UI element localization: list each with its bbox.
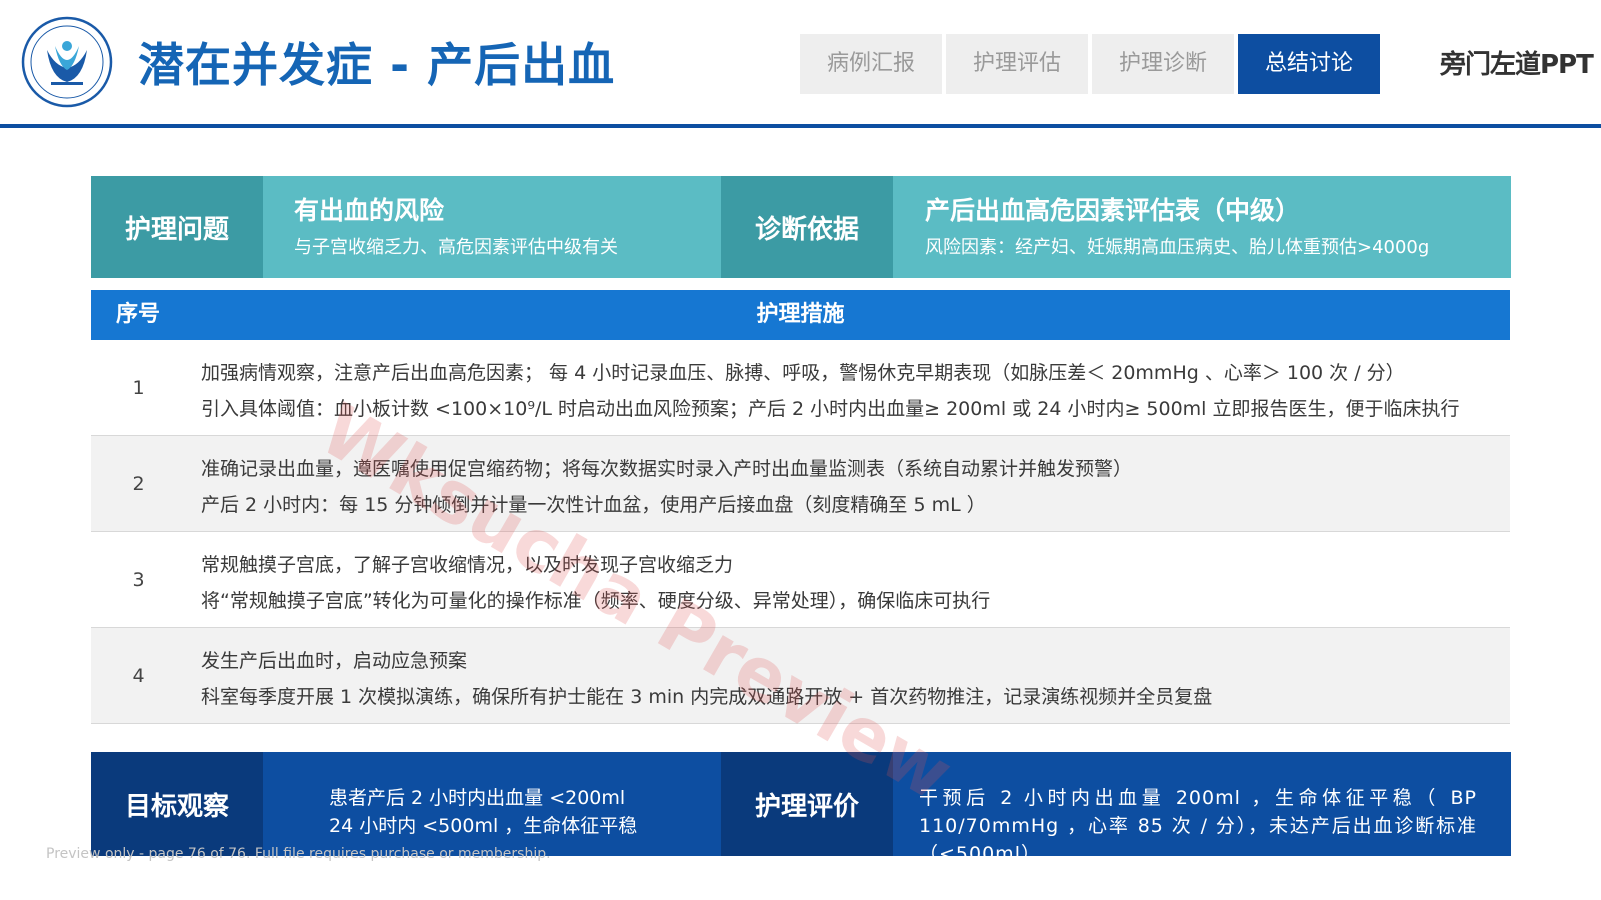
problem-label: 护理问题 (91, 176, 263, 278)
preview-footer-note: Preview only - page 76 of 76. Full file … (46, 846, 551, 862)
row-line-1: 准确记录出血量，遵医嘱使用促宫缩药物；将每次数据实时录入产时出血量监测表（系统自… (201, 458, 1133, 480)
goal-label: 目标观察 (91, 752, 263, 856)
header-index: 序号 (116, 302, 161, 327)
table-row: 2 准确记录出血量，遵医嘱使用促宫缩药物；将每次数据实时录入产时出血量监测表（系… (91, 436, 1510, 532)
header-divider (0, 124, 1601, 128)
brand-logo-text: 旁门左道PPT (1440, 50, 1594, 80)
basis-label: 诊断依据 (721, 176, 893, 278)
tab-case-report[interactable]: 病例汇报 (800, 34, 942, 94)
table-row: 1 加强病情观察，注意产后出血高危因素； 每 4 小时记录血压、脉搏、呼吸，警惕… (91, 340, 1510, 436)
row-line-2: 科室每季度开展 1 次模拟演练，确保所有护士能在 3 min 内完成双通路开放 … (201, 686, 1213, 708)
basis-main: 产后出血高危因素评估表（中级） (925, 196, 1301, 225)
hospital-logo (21, 16, 113, 108)
goal-line-2: 24 小时内 <500ml ，生命体征平稳 (329, 815, 638, 837)
goal-content: 患者产后 2 小时内出血量 <200ml 24 小时内 <500ml ，生命体征… (263, 752, 721, 856)
goal-line-1: 患者产后 2 小时内出血量 <200ml (329, 787, 626, 809)
tab-nursing-diagnosis[interactable]: 护理诊断 (1092, 34, 1234, 94)
row-line-1: 加强病情观察，注意产后出血高危因素； 每 4 小时记录血压、脉搏、呼吸，警惕休克… (201, 362, 1405, 384)
page-title: 潜在并发症 - 产后出血 (138, 38, 616, 92)
row-line-2: 产后 2 小时内：每 15 分钟倾倒并计量一次性计血盆，使用产后接血盘（刻度精确… (201, 494, 986, 516)
tab-nursing-assessment[interactable]: 护理评估 (946, 34, 1088, 94)
basis-sub: 风险因素：经产妇、妊娠期高血压病史、胎儿体重预估>4000g (925, 237, 1430, 258)
evaluation-text: 干预后 2 小时内出血量 200ml ，生命体征平稳（ BP 110/70mmH… (919, 787, 1477, 856)
goal-evaluation-band: 目标观察 患者产后 2 小时内出血量 <200ml 24 小时内 <500ml … (91, 752, 1511, 856)
nursing-problem-band: 护理问题 有出血的风险 与子宫收缩乏力、高危因素评估中级有关 诊断依据 产后出血… (91, 176, 1511, 278)
problem-content: 有出血的风险 与子宫收缩乏力、高危因素评估中级有关 (263, 176, 721, 278)
row-index: 2 (132, 473, 145, 495)
evaluation-content: 干预后 2 小时内出血量 200ml ，生命体征平稳（ BP 110/70mmH… (893, 752, 1511, 856)
problem-main: 有出血的风险 (294, 196, 445, 225)
section-tabs: 病例汇报 护理评估 护理诊断 总结讨论 (800, 34, 1380, 94)
problem-sub: 与子宫收缩乏力、高危因素评估中级有关 (294, 237, 618, 258)
row-line-1: 常规触摸子宫底，了解子宫收缩情况，以及时发现子宫收缩乏力 (201, 554, 734, 576)
table-row: 4 发生产后出血时，启动应急预案 科室每季度开展 1 次模拟演练，确保所有护士能… (91, 628, 1510, 724)
measures-table-header: 护理措施 序号 (91, 290, 1510, 340)
tab-summary-discussion[interactable]: 总结讨论 (1238, 34, 1380, 94)
header-measures: 护理措施 (756, 302, 845, 327)
basis-content: 产后出血高危因素评估表（中级） 风险因素：经产妇、妊娠期高血压病史、胎儿体重预估… (893, 176, 1511, 278)
row-index: 1 (132, 377, 145, 399)
row-line-2: 引入具体阈值：血小板计数 <100×10⁹/L 时启动出血风险预案；产后 2 小… (201, 398, 1460, 420)
evaluation-label: 护理评价 (721, 752, 893, 856)
row-line-1: 发生产后出血时，启动应急预案 (201, 650, 468, 672)
table-row: 3 常规触摸子宫底，了解子宫收缩情况，以及时发现子宫收缩乏力 将“常规触摸子宫底… (91, 532, 1510, 628)
row-index: 3 (132, 569, 145, 591)
row-index: 4 (132, 665, 145, 687)
row-line-2: 将“常规触摸子宫底”转化为可量化的操作标准（频率、硬度分级、异常处理），确保临床… (201, 590, 991, 612)
